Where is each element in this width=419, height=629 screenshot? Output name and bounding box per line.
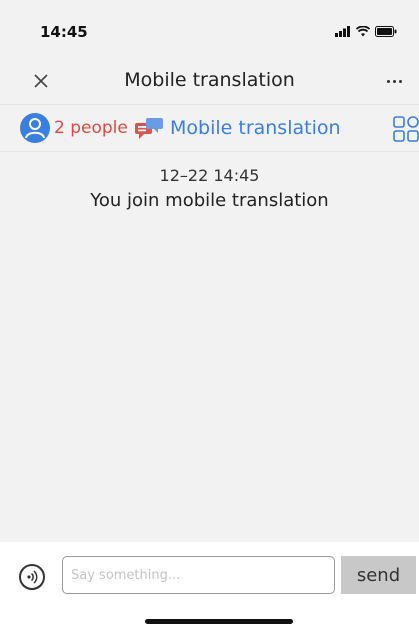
system-message: You join mobile translation (90, 190, 329, 211)
status-icons (335, 26, 397, 37)
app-screen: 14:45 Mobile translation 2 people Mobile… (0, 0, 419, 629)
signal-icon (335, 26, 350, 37)
more-icon (386, 79, 390, 83)
more-icon-dot (392, 79, 396, 83)
people-icon[interactable] (20, 113, 50, 143)
chat-bubbles-icon (135, 118, 163, 139)
wifi-icon (356, 26, 370, 37)
home-indicator (145, 619, 293, 624)
more-icon-dot (398, 79, 402, 83)
people-count-label[interactable]: 2 people (54, 118, 128, 138)
message-list[interactable]: 12–22 14:45 You join mobile translation (0, 152, 419, 542)
message-input[interactable] (62, 556, 335, 594)
room-name-label[interactable]: Mobile translation (170, 117, 341, 139)
voice-button[interactable] (19, 564, 45, 590)
input-bar: send (0, 542, 419, 629)
status-bar: 14:45 (0, 0, 419, 58)
person-glyph-icon (25, 118, 45, 139)
status-time: 14:45 (40, 23, 88, 41)
send-button[interactable]: send (341, 556, 416, 594)
more-button[interactable] (381, 70, 407, 92)
page-title: Mobile translation (124, 69, 295, 91)
nav-bar: Mobile translation (0, 58, 419, 105)
info-bar: 2 people Mobile translation (0, 105, 419, 152)
battery-icon (375, 26, 397, 37)
voice-icon (27, 570, 38, 584)
grid-icon[interactable] (393, 116, 419, 142)
message-timestamp: 12–22 14:45 (159, 166, 260, 185)
